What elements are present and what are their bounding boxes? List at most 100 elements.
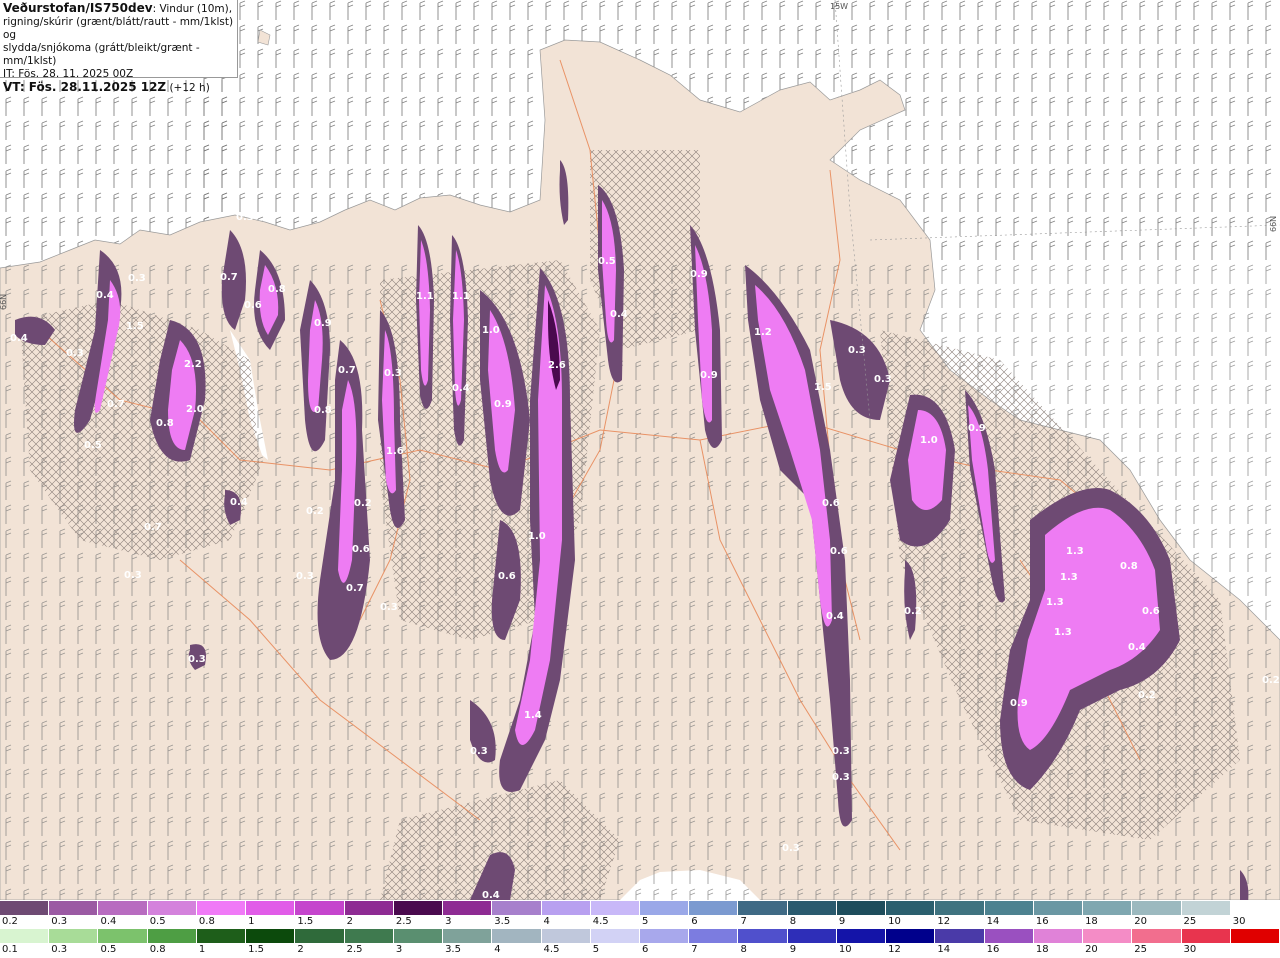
map-value-label: 2.6 [548, 360, 566, 371]
map-value-label: 1.0 [482, 325, 500, 336]
map-value-label: 0.6 [1142, 606, 1160, 617]
legend-swatch [295, 929, 345, 943]
legend-label: 14 [937, 944, 951, 955]
legend-label: 1.5 [248, 944, 265, 955]
legend-swatch [1132, 929, 1182, 943]
legend-label: 0.5 [100, 944, 117, 955]
legend-label: 9 [838, 916, 846, 927]
legend-swatch [1132, 901, 1182, 915]
legend-label: 4.5 [592, 916, 609, 927]
map-value-label: 0.3 [832, 746, 850, 757]
map-value-label: 0.6 [498, 571, 516, 582]
map-value-label: 0.7 [346, 583, 364, 594]
legend-label: 2.5 [395, 916, 412, 927]
legend-swatch [590, 901, 640, 915]
map-value-label: 0.4 [826, 611, 844, 622]
map-value-label: 0.5 [84, 440, 102, 451]
legend-swatch [640, 929, 690, 943]
map-value-label: 0.4 [96, 290, 114, 301]
map-value-label: 0.3 [188, 654, 206, 665]
legend-label: 30 [1232, 916, 1246, 927]
legend-label: 0.3 [51, 944, 68, 955]
graticule-label-top: 15W [830, 2, 848, 11]
map-value-label: 1.1 [416, 291, 434, 302]
legend-swatch [492, 901, 542, 915]
legend-swatch [147, 901, 197, 915]
legend-swatch [147, 929, 197, 943]
legend-swatch [984, 901, 1034, 915]
graticule-label-left: 66N [0, 294, 8, 310]
map-value-label: 0.7 [144, 522, 162, 533]
map-value-label: 1.3 [1066, 546, 1084, 557]
legend-swatch [1181, 929, 1231, 943]
legend-label: 0.5 [149, 916, 166, 927]
map-value-label: 0.2 [354, 498, 372, 509]
map-value-label: 0.3 [874, 374, 892, 385]
valid-time-line: VT: Fös. 28.11.2025 12Z (+12 h) [3, 81, 234, 95]
legend-swatch [196, 901, 247, 915]
legend-label: 6 [642, 944, 649, 955]
legend-label: 18 [1085, 916, 1098, 927]
map-value-label: 0.9 [700, 370, 718, 381]
map-value-label: 1.1 [452, 291, 470, 302]
legend-label: 6 [691, 916, 698, 927]
legend-label: 1 [248, 916, 255, 927]
legend-swatch [98, 929, 148, 943]
legend-swatch [443, 901, 493, 915]
legend-swatch [49, 929, 99, 943]
map-value-label: 2.2 [184, 359, 202, 370]
map-value-label: 1.3 [1060, 572, 1078, 583]
legend-label: 3 [445, 916, 452, 927]
map-value-label: 0.3 [832, 772, 850, 783]
legend-label: 20 [1085, 944, 1098, 955]
legend-swatch [49, 901, 99, 915]
legend-label: 0.8 [198, 916, 215, 927]
legend-label: 12 [937, 916, 951, 927]
legend-swatch [689, 929, 739, 943]
legend-swatch [541, 929, 591, 943]
valid-time: VT: Fös. 28.11.2025 12Z [3, 80, 167, 94]
map-value-label: 0.5 [598, 256, 616, 267]
legend-swatch [0, 929, 50, 943]
map-value-label: 0.3 [782, 843, 800, 854]
legend-swatch [886, 901, 936, 915]
legend-swatch [738, 929, 788, 943]
map-value-label: 1.3 [1046, 597, 1064, 608]
map-value-label: 0.8 [268, 284, 286, 295]
legend-label: 8 [789, 916, 797, 927]
map-value-label: 1.4 [524, 710, 542, 721]
map-value-label: 0.8 [314, 405, 332, 416]
legend-swatch [787, 901, 837, 915]
map-value-label: 1.0 [920, 435, 938, 446]
map-value-label: 0.3 [66, 348, 84, 359]
legend-swatch [393, 901, 444, 915]
legend-label: 9 [789, 944, 797, 955]
map-value-label: 0.4 [482, 890, 500, 900]
legend-swatch [984, 929, 1034, 943]
legend-swatch [246, 929, 296, 943]
legend-swatch [1033, 929, 1084, 943]
legend-label: 30 [1183, 944, 1197, 955]
legend-swatch [1083, 901, 1133, 915]
legend-swatch [935, 929, 985, 943]
map-value-label: 0.2 [1262, 675, 1280, 686]
map-value-label: 0.3 [384, 368, 402, 379]
legend-swatch [1083, 929, 1133, 943]
map-value-label: 0.3 [470, 746, 488, 757]
legend-label: 25 [1134, 944, 1148, 955]
legend-label: 0.8 [149, 944, 166, 955]
legend-swatch [344, 929, 394, 943]
legend-label: 4.5 [543, 944, 560, 955]
map-value-label: 0.4 [452, 383, 470, 394]
legend-label: 20 [1134, 916, 1148, 927]
legend-label: 3 [395, 944, 403, 955]
map-value-label: 0.6 [244, 300, 262, 311]
map-value-label: 0.3 [380, 602, 398, 613]
legend-label: 1.5 [297, 916, 314, 927]
legend-label: 0.2 [2, 916, 18, 927]
map-value-label: 0.8 [1120, 561, 1138, 572]
legend-swatch [836, 901, 887, 915]
legend-swatch [98, 901, 148, 915]
legend-label: 0.4 [100, 916, 117, 927]
org-name: Veðurstofan/IS750dev [3, 1, 153, 15]
